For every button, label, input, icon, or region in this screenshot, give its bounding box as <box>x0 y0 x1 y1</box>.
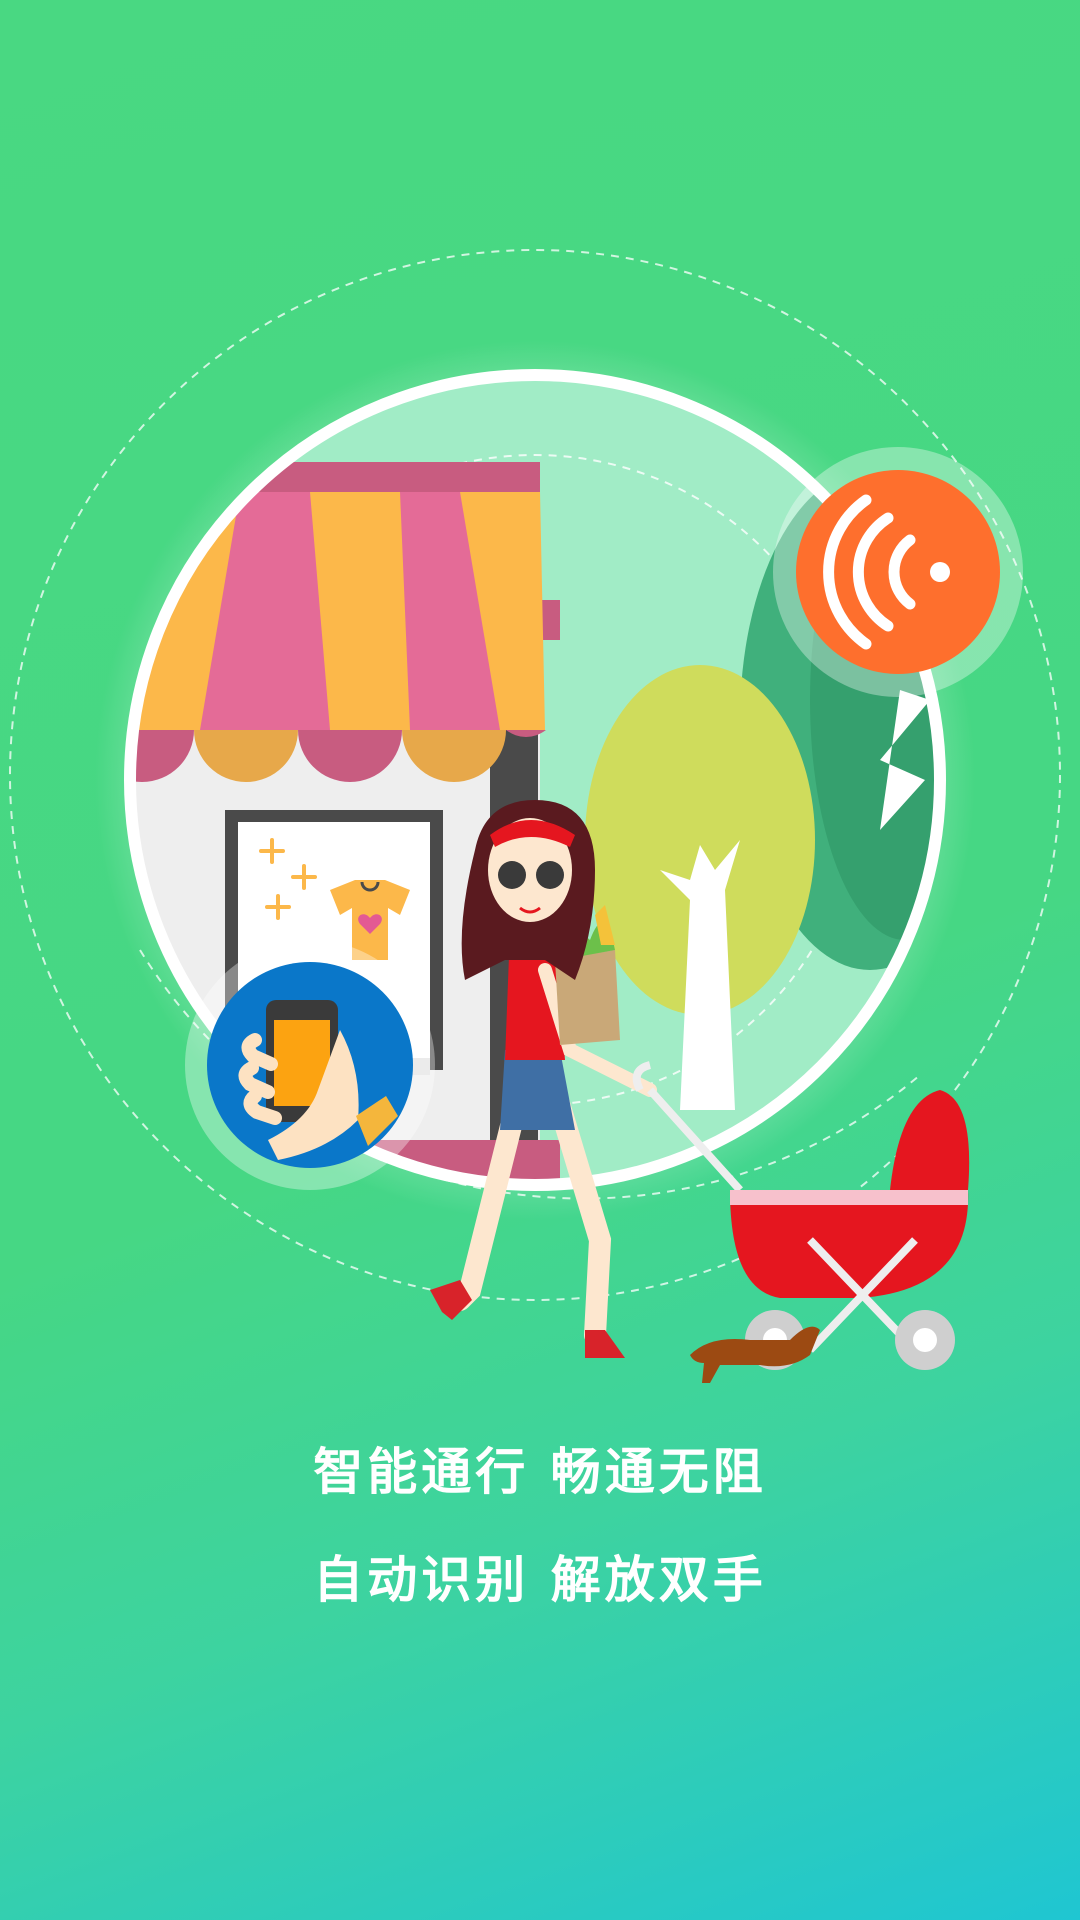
slogan-line-1: 智能通行 畅通无阻 <box>313 1443 767 1501</box>
wireless-signal-icon <box>773 447 1023 697</box>
onboarding-screen: 智能通行 畅通无阻 自动识别 解放双手 <box>0 0 1080 1920</box>
onboarding-illustration <box>9 249 1061 1383</box>
slogan-line-2: 自动识别 解放双手 <box>313 1551 767 1609</box>
phone-in-hand-icon <box>185 940 435 1190</box>
